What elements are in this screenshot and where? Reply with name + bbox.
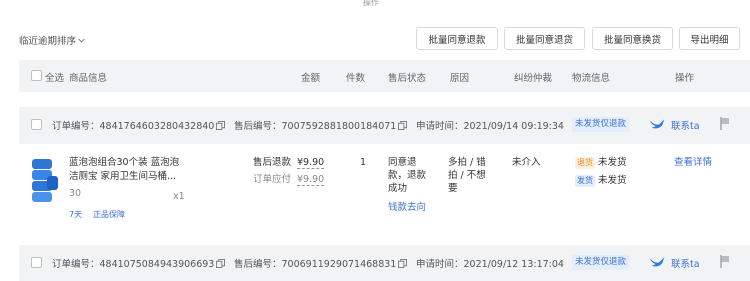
product-spec: 30 <box>69 188 82 199</box>
ship-logistics: 未发货 <box>598 175 627 186</box>
flag-icon[interactable] <box>720 255 730 268</box>
refund-label: 售后退款 <box>253 157 292 168</box>
payable-label: 订单应付 <box>253 174 292 185</box>
product-title-line1[interactable]: 蓝泡泡组合30个装 蓝泡泡 <box>69 156 179 169</box>
batch-exchange-button[interactable]: 批量同意换货 <box>592 27 673 50</box>
aftersale-number: 售后编号：7006911929071468831 <box>234 256 408 270</box>
reason-line3: 要 <box>448 183 458 194</box>
col-amount: 金额 <box>301 73 321 84</box>
refund-amount: ¥9.90 <box>297 157 325 169</box>
reason-line1: 多拍 / 错 <box>448 157 486 168</box>
seven-day-tag: 7天 <box>69 210 83 219</box>
select-all-checkbox[interactable] <box>31 70 42 84</box>
col-aftersale-status: 售后状态 <box>388 73 427 84</box>
sort-dropdown[interactable]: 临近逾期排序 <box>19 33 85 47</box>
aftersale-number: 售后编号：7007592881800184071 <box>234 118 408 132</box>
copy-icon[interactable] <box>216 121 226 130</box>
bird-icon[interactable] <box>649 254 666 269</box>
status-line2: 款，退款 <box>388 170 427 181</box>
select-all-label: 全选 <box>45 73 65 84</box>
batch-return-button[interactable]: 批量同意退货 <box>504 27 585 50</box>
col-reason: 原因 <box>450 73 470 84</box>
status-badge: 未发货仅退款 <box>572 255 630 270</box>
order-header: 订单编号：4841075084943906693 售后编号：7006911929… <box>19 245 750 281</box>
export-button[interactable]: 导出明细 <box>679 27 740 50</box>
contact-link[interactable]: 联系ta <box>671 118 700 132</box>
col-quantity: 件数 <box>346 73 366 84</box>
apply-time: 申请时间：2021/09/14 09:19:34 <box>416 121 564 132</box>
apply-time: 申请时间：2021/09/12 13:17:04 <box>416 259 564 270</box>
copy-icon[interactable] <box>216 259 226 268</box>
bird-icon[interactable] <box>649 116 666 131</box>
dispute-status: 未介入 <box>512 157 541 168</box>
genuine-tag: 正品保障 <box>93 210 125 219</box>
order-number: 订单编号：4841075084943906693 <box>52 256 226 270</box>
chevron-down-icon <box>78 38 85 43</box>
table-header: 全选 商品信息 金额 件数 售后状态 原因 纠纷仲裁 物流信息 操作 <box>19 60 750 92</box>
return-logistics: 未发货 <box>598 157 627 168</box>
flag-icon[interactable] <box>720 117 730 130</box>
payable-amount: ¥9.90 <box>297 174 325 186</box>
sort-label: 临近逾期排序 <box>19 36 77 47</box>
item-count: 1 <box>360 157 367 168</box>
reason-line2: 拍 / 不想 <box>448 170 486 181</box>
order-checkbox[interactable] <box>31 119 42 133</box>
view-detail-link[interactable]: 查看详情 <box>674 156 712 169</box>
product-title-line2[interactable]: 洁厕宝 家用卫生间马桶... <box>69 170 176 183</box>
top-partial-text: 操作 <box>363 0 379 7</box>
ship-badge: 发货 <box>575 175 595 187</box>
status-badge: 未发货仅退款 <box>572 117 630 132</box>
product-qty: x1 <box>173 191 185 202</box>
batch-refund-button[interactable]: 批量同意退款 <box>416 27 498 50</box>
status-line3: 成功 <box>388 183 408 194</box>
order-number: 订单编号：4841764603280432840 <box>52 118 226 132</box>
col-product-info: 商品信息 <box>69 73 108 84</box>
col-logistics: 物流信息 <box>572 73 611 84</box>
order-header: 订单编号：4841764603280432840 售后编号：7007592881… <box>19 107 750 144</box>
refund-trace-link[interactable]: 钱款去向 <box>388 201 426 214</box>
copy-icon[interactable] <box>398 121 408 130</box>
return-badge: 退货 <box>575 157 595 169</box>
copy-icon[interactable] <box>398 259 408 268</box>
status-line1: 同意退 <box>388 157 417 168</box>
order-checkbox[interactable] <box>31 257 42 271</box>
contact-link[interactable]: 联系ta <box>671 256 700 270</box>
col-dispute: 纠纷仲裁 <box>514 73 553 84</box>
product-image[interactable] <box>29 156 59 204</box>
col-actions: 操作 <box>675 73 695 84</box>
